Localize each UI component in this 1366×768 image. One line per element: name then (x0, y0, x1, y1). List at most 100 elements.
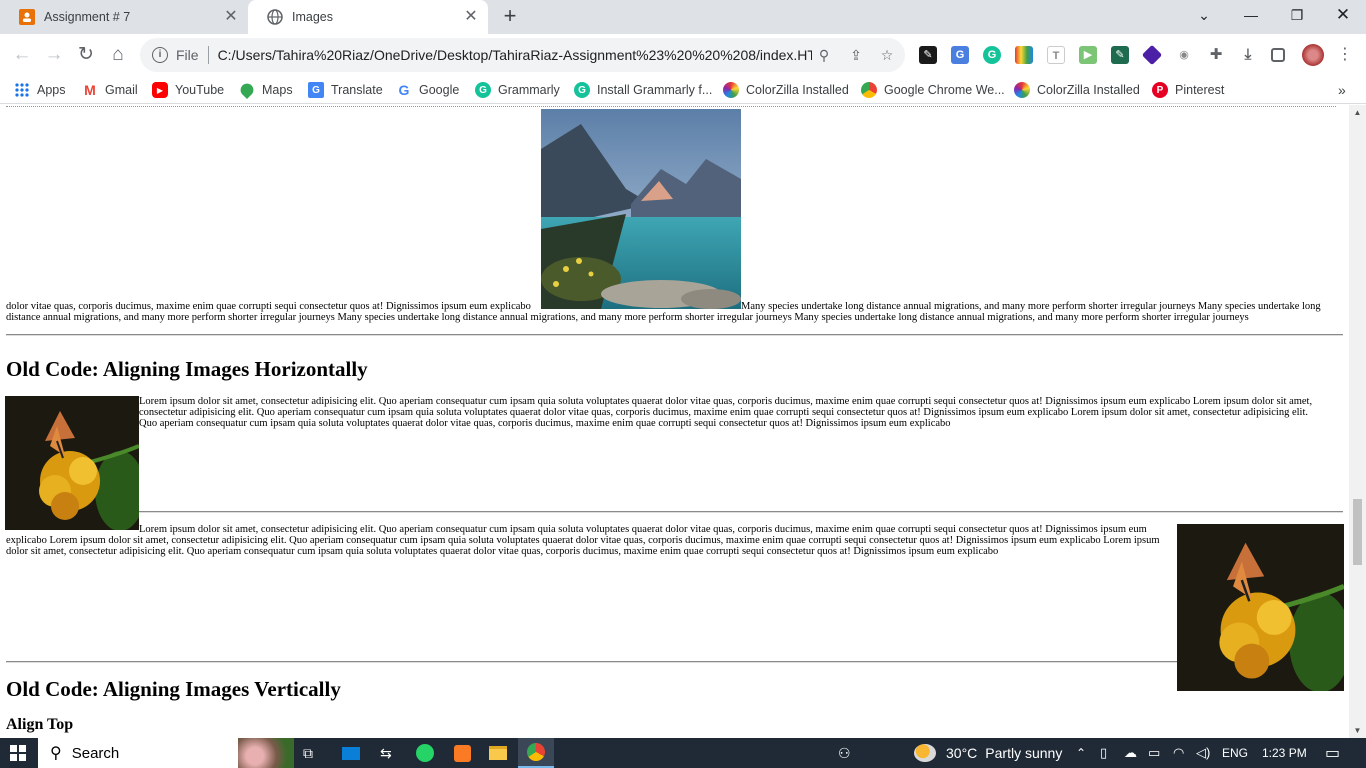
notifications-icon[interactable]: ▭ (1325, 738, 1340, 768)
bookmark-google[interactable]: G Google (396, 81, 460, 99)
globe-favicon-icon (267, 9, 283, 25)
bookmark-label: Pinterest (1175, 83, 1225, 97)
bookmark-colorzilla[interactable]: ColorZilla Installed (723, 81, 849, 99)
search-highlight-image (238, 738, 294, 768)
language-indicator[interactable]: ENG (1222, 738, 1248, 768)
google-icon: G (398, 82, 410, 98)
wifi-icon[interactable]: ◠ (1173, 738, 1184, 768)
bookmark-label: Google Chrome We... (884, 83, 1005, 97)
paragraph-text: dolor sit amet, consectetur adipisicing … (6, 546, 999, 557)
pinterest-icon: P (1152, 82, 1168, 98)
volume-icon[interactable]: ◁) (1196, 738, 1210, 768)
whatsapp-icon[interactable] (416, 738, 434, 768)
vertical-scrollbar[interactable]: ▲ ▼ (1349, 105, 1366, 738)
app-arrows-icon[interactable]: ⇆ (380, 738, 392, 768)
show-hidden-icons-chevron-icon[interactable]: ⌃ (1076, 738, 1086, 768)
video-extension-icon[interactable]: ▶ (1079, 46, 1097, 64)
share-icon[interactable]: ⇪ (847, 46, 865, 64)
close-window-button[interactable]: ✕ (1320, 0, 1366, 30)
close-tab-icon[interactable]: ✕ (222, 8, 240, 26)
colorzilla-icon (1014, 82, 1030, 98)
chrome-taskbar-icon[interactable] (518, 738, 554, 768)
youtube-icon: ▶ (152, 82, 168, 98)
paragraph-text: explicabo Lorem ipsum dolor sit amet, co… (6, 535, 1160, 546)
bookmark-maps[interactable]: Maps (237, 80, 293, 100)
minimize-button[interactable]: — (1228, 0, 1274, 30)
scroll-down-arrow-icon[interactable]: ▼ (1349, 726, 1366, 735)
bookmark-colorzilla-2[interactable]: ColorZilla Installed (1014, 81, 1140, 99)
search-icon: ⚲ (50, 745, 62, 762)
paragraph-text: Quo aperiam consequatur cum ipsam quia s… (139, 418, 951, 429)
bookmark-chrome-web-store[interactable]: Google Chrome We... (861, 81, 1005, 99)
side-panel-icon[interactable] (1271, 48, 1285, 62)
address-bar[interactable]: i File C:/Users/Tahira%20Riaz/OneDrive/D… (140, 38, 905, 72)
bookmark-gmail[interactable]: M Gmail (82, 81, 138, 99)
new-tab-button[interactable]: + (498, 5, 522, 29)
profile-avatar[interactable] (1302, 44, 1324, 66)
close-tab-icon[interactable]: ✕ (462, 8, 480, 26)
subsection-heading: Align Top (6, 716, 74, 733)
horizontal-rule (6, 661, 1177, 663)
zoom-icon[interactable]: ⚲ (815, 46, 833, 64)
eyedropper-extension-icon[interactable]: ✎ (919, 46, 937, 64)
weather-temperature: 30°C (946, 745, 978, 761)
grammarly-icon: G (574, 82, 590, 98)
task-view-icon[interactable]: ⧉ (303, 738, 313, 768)
reload-icon[interactable]: ↻ (74, 43, 98, 67)
bookmark-translate[interactable]: G Translate (308, 81, 383, 99)
people-icon[interactable]: ⚇ (838, 738, 851, 768)
clock-time[interactable]: 1:23 PM (1262, 738, 1307, 768)
tab-strip: Assignment # 7 ✕ Images ✕ + ⌄ — ❐ ✕ (0, 0, 1366, 34)
apps-grid-icon (14, 82, 30, 98)
colorzilla-icon (723, 82, 739, 98)
scrollbar-thumb[interactable] (1353, 499, 1362, 565)
windows-start-icon[interactable] (10, 738, 26, 768)
section-heading: Old Code: Aligning Images Vertically (6, 677, 341, 701)
tab-search-chevron-icon[interactable]: ⌄ (1181, 0, 1227, 30)
bookmark-install-grammarly[interactable]: G Install Grammarly f... (574, 81, 712, 99)
bookmark-apps[interactable]: Apps (14, 81, 66, 99)
back-icon[interactable]: ← (10, 43, 34, 67)
restore-button[interactable]: ❐ (1274, 0, 1320, 30)
search-label: Search (71, 744, 120, 762)
bookmark-pinterest[interactable]: P Pinterest (1152, 81, 1224, 99)
xampp-icon[interactable] (454, 738, 471, 768)
forward-icon[interactable]: → (42, 43, 66, 67)
grammarly-extension-icon[interactable]: G (983, 46, 1001, 64)
weather-widget[interactable]: 30°C Partly sunny (914, 738, 1062, 768)
bookmark-label: ColorZilla Installed (1037, 83, 1140, 97)
bookmark-star-icon[interactable]: ☆ (878, 46, 896, 64)
diamond-extension-icon[interactable] (1141, 44, 1163, 66)
onedrive-cloud-icon[interactable]: ☁ (1124, 738, 1137, 768)
mail-app-icon[interactable] (342, 738, 360, 768)
extensions-puzzle-icon[interactable]: ✚ (1207, 46, 1225, 64)
tab-assignment[interactable]: Assignment # 7 ✕ (0, 0, 248, 34)
bookmark-youtube[interactable]: ▶ YouTube (152, 81, 224, 99)
scroll-up-arrow-icon[interactable]: ▲ (1349, 108, 1366, 117)
home-icon[interactable]: ⌂ (106, 43, 130, 67)
grammarly-icon: G (475, 82, 491, 98)
file-explorer-icon[interactable] (489, 738, 507, 768)
tab-title: Images (292, 10, 333, 24)
device-icon[interactable]: ▯ (1100, 738, 1107, 768)
paragraph-text: Many species undertake long distance ann… (741, 301, 1321, 312)
scheme-label: File (176, 47, 199, 63)
google-translate-extension-icon[interactable]: G (951, 46, 969, 64)
font-extension-icon[interactable]: T (1047, 46, 1065, 64)
tab-images[interactable]: Images ✕ (248, 0, 488, 34)
screenshot-extension-icon[interactable]: ◉ (1175, 46, 1193, 64)
download-icon[interactable]: ⤓ (1239, 46, 1257, 64)
paragraph-text: distance annual migrations, and many mor… (6, 312, 1249, 323)
colorzilla-extension-icon[interactable] (1015, 46, 1033, 64)
battery-icon[interactable]: ▭ (1148, 738, 1160, 768)
site-info-icon[interactable]: i (152, 47, 168, 63)
more-bookmarks-chevron-icon[interactable]: » (1338, 81, 1346, 99)
taskbar-search-box[interactable]: ⚲ Search (38, 738, 294, 768)
pencil-extension-icon[interactable]: ✎ (1111, 46, 1129, 64)
menu-kebab-icon[interactable]: ⋮ (1336, 46, 1354, 64)
url-text[interactable]: C:/Users/Tahira%20Riaz/OneDrive/Desktop/… (218, 47, 812, 63)
horizontal-rule (139, 511, 1343, 513)
translate-icon: G (308, 82, 324, 98)
bookmark-label: Maps (262, 83, 293, 97)
bookmark-grammarly[interactable]: G Grammarly (475, 81, 560, 99)
